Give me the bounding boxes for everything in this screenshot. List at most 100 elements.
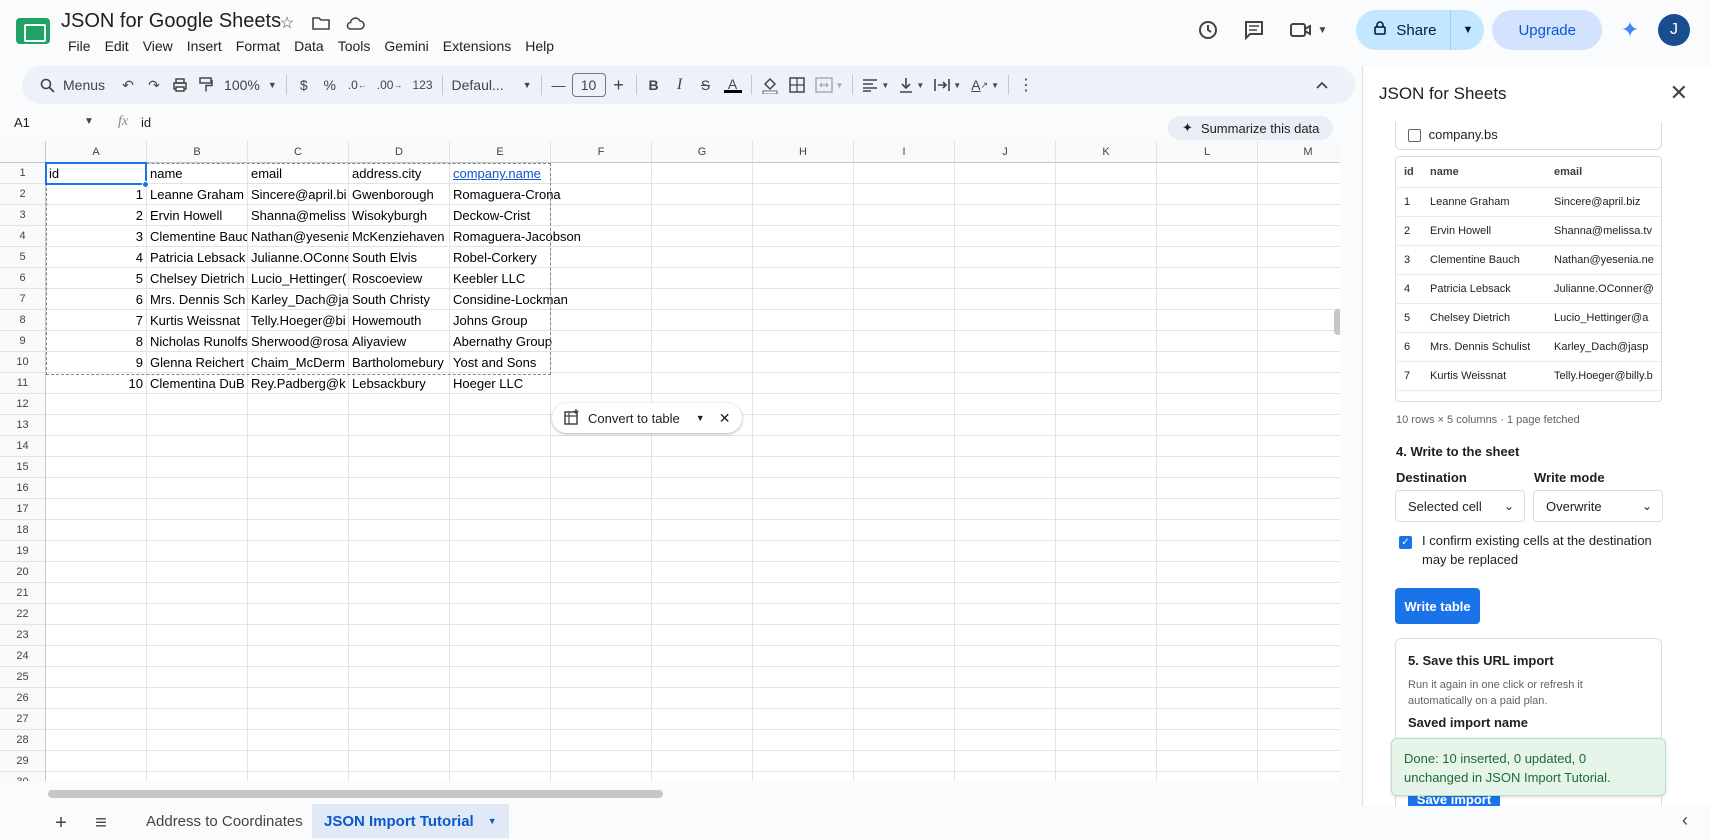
- version-history-icon[interactable]: [1188, 10, 1228, 50]
- row-header[interactable]: 20: [0, 562, 46, 583]
- fill-color-icon[interactable]: [756, 70, 784, 100]
- percent-format-button[interactable]: %: [317, 70, 343, 100]
- convert-to-table-chip[interactable]: Convert to table ▼ ✕: [552, 403, 743, 433]
- currency-format-button[interactable]: $: [291, 70, 317, 100]
- avatar[interactable]: J: [1658, 14, 1690, 46]
- close-icon[interactable]: ✕: [1670, 80, 1688, 106]
- row-header[interactable]: 6: [0, 268, 46, 289]
- borders-icon[interactable]: [784, 70, 810, 100]
- row-header[interactable]: 8: [0, 310, 46, 331]
- row-header[interactable]: 27: [0, 709, 46, 730]
- column-header-g[interactable]: G: [652, 141, 753, 163]
- panel-content[interactable]: company.bs id name email 1 Leanne Graham Sinc…: [1363, 122, 1710, 806]
- preview-table-card[interactable]: id name email 1 Leanne Graham Sincere@april.b…: [1395, 156, 1662, 402]
- move-folder-icon[interactable]: [310, 12, 332, 34]
- column-header-d[interactable]: D: [349, 141, 450, 163]
- name-box[interactable]: A1: [14, 115, 30, 130]
- chevron-down-icon[interactable]: ▼: [84, 116, 94, 127]
- chevron-down-icon[interactable]: ▼: [696, 413, 705, 423]
- destination-select[interactable]: Selected cell ⌄: [1395, 490, 1525, 522]
- column-header-i[interactable]: I: [854, 141, 955, 163]
- row-header[interactable]: 21: [0, 583, 46, 604]
- column-header-b[interactable]: B: [147, 141, 248, 163]
- vertical-scrollbar[interactable]: [1334, 309, 1340, 335]
- font-size-increase-icon[interactable]: +: [606, 70, 632, 100]
- undo-icon[interactable]: ↶: [115, 70, 141, 100]
- column-header-c[interactable]: C: [248, 141, 349, 163]
- text-rotation-icon[interactable]: A ↗ ▼: [966, 70, 1004, 100]
- chevron-left-icon[interactable]: ‹: [1682, 810, 1688, 831]
- summarize-button[interactable]: ✦ Summarize this data: [1168, 116, 1334, 140]
- upgrade-button[interactable]: Upgrade: [1492, 10, 1602, 50]
- horizontal-scrollbar[interactable]: [48, 790, 663, 798]
- cell[interactable]: Lebsackbury: [349, 373, 449, 394]
- row-header[interactable]: 23: [0, 625, 46, 646]
- row-header[interactable]: 13: [0, 415, 46, 436]
- more-options-icon[interactable]: ⋮: [1013, 70, 1039, 100]
- fill-handle[interactable]: [142, 181, 149, 188]
- meet-icon[interactable]: ▼: [1280, 10, 1336, 50]
- all-sheets-icon[interactable]: ≡: [90, 812, 112, 834]
- menu-insert[interactable]: Insert: [180, 36, 229, 56]
- font-size-decrease-icon[interactable]: —: [546, 70, 572, 100]
- row-header[interactable]: 26: [0, 688, 46, 709]
- active-cell[interactable]: [45, 162, 147, 185]
- menu-help[interactable]: Help: [518, 36, 561, 56]
- row-header[interactable]: 16: [0, 478, 46, 499]
- share-dropdown-icon[interactable]: ▼: [1450, 10, 1484, 50]
- row-header[interactable]: 29: [0, 751, 46, 772]
- gemini-icon[interactable]: ✦: [1610, 10, 1650, 50]
- redo-icon[interactable]: ↷: [141, 70, 167, 100]
- row-header[interactable]: 18: [0, 520, 46, 541]
- row-header[interactable]: 12: [0, 394, 46, 415]
- increase-decimal-button[interactable]: .00 →: [372, 70, 408, 100]
- close-icon[interactable]: ✕: [719, 410, 731, 427]
- row-header[interactable]: 24: [0, 646, 46, 667]
- comments-icon[interactable]: [1234, 10, 1274, 50]
- row-header[interactable]: 22: [0, 604, 46, 625]
- row-header[interactable]: 9: [0, 331, 46, 352]
- write-mode-select[interactable]: Overwrite ⌄: [1533, 490, 1663, 522]
- collapse-toolbar-icon[interactable]: [1309, 70, 1335, 100]
- write-table-button[interactable]: Write table: [1395, 588, 1480, 624]
- menu-format[interactable]: Format: [229, 36, 287, 56]
- font-select[interactable]: Defaul... ▼: [447, 70, 537, 100]
- row-header[interactable]: 28: [0, 730, 46, 751]
- font-size-input[interactable]: 10: [571, 73, 606, 97]
- sheets-logo-icon[interactable]: [16, 18, 50, 44]
- paint-format-icon[interactable]: [193, 70, 219, 100]
- column-header-k[interactable]: K: [1056, 141, 1157, 163]
- italic-icon[interactable]: I: [667, 70, 693, 100]
- row-header[interactable]: 5: [0, 247, 46, 268]
- menu-gemini[interactable]: Gemini: [377, 36, 435, 56]
- star-icon[interactable]: ☆: [276, 12, 298, 34]
- row-header[interactable]: 25: [0, 667, 46, 688]
- text-color-icon[interactable]: A: [719, 70, 747, 100]
- menu-data[interactable]: Data: [287, 36, 331, 56]
- confirm-checkbox[interactable]: ✓: [1399, 532, 1416, 551]
- text-wrapping-icon[interactable]: ▼: [929, 70, 966, 100]
- horizontal-align-icon[interactable]: ▼: [857, 70, 894, 100]
- menu-tools[interactable]: Tools: [331, 36, 378, 56]
- chevron-down-icon[interactable]: ▼: [488, 816, 497, 826]
- menu-file[interactable]: File: [61, 36, 98, 56]
- row-header[interactable]: 19: [0, 541, 46, 562]
- row-header[interactable]: 4: [0, 226, 46, 247]
- vertical-align-icon[interactable]: ▼: [894, 70, 929, 100]
- row-header[interactable]: 3: [0, 205, 46, 226]
- menu-extensions[interactable]: Extensions: [436, 36, 518, 56]
- cell[interactable]: Hoeger LLC: [450, 373, 590, 394]
- zoom-select[interactable]: 100% ▼: [219, 70, 282, 100]
- row-header[interactable]: 17: [0, 499, 46, 520]
- column-header-h[interactable]: H: [753, 141, 854, 163]
- column-header-j[interactable]: J: [955, 141, 1056, 163]
- more-formats-button[interactable]: 123: [407, 70, 437, 100]
- menu-edit[interactable]: Edit: [98, 36, 136, 56]
- row-header[interactable]: 10: [0, 352, 46, 373]
- add-sheet-icon[interactable]: +: [50, 812, 72, 834]
- document-title[interactable]: JSON for Google Sheets: [61, 10, 281, 33]
- column-header-e[interactable]: E: [450, 141, 551, 163]
- print-icon[interactable]: [167, 70, 193, 100]
- strikethrough-icon[interactable]: S: [693, 70, 719, 100]
- menu-view[interactable]: View: [136, 36, 180, 56]
